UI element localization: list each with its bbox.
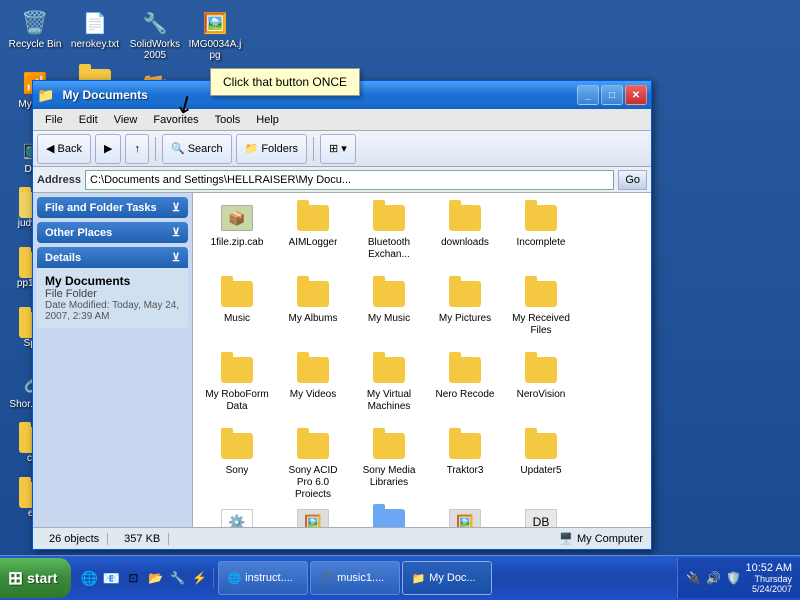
file-folder-tasks-section: File and Folder Tasks ⊻ (37, 197, 188, 218)
details-section: Details ⊻ My Documents File Folder Date … (37, 247, 188, 328)
file-item[interactable]: Incomplete (505, 201, 577, 273)
file-item[interactable]: My Pictures (429, 277, 501, 349)
file-item[interactable]: My Received Files (505, 277, 577, 349)
addressbar: Address Go (33, 167, 651, 193)
file-item[interactable]: My Sharing Folders (353, 505, 425, 527)
quicklaunch-more2[interactable]: 🔧 (167, 568, 187, 588)
taskbar-item-music[interactable]: 🎵 music1.... (310, 561, 400, 595)
file-item[interactable]: My RoboForm Data (201, 353, 273, 425)
file-item[interactable]: NeroVision (505, 353, 577, 425)
status-count: 26 objects (41, 533, 108, 545)
statusbar: 26 objects 357 KB 🖥️ My Computer (33, 527, 651, 549)
menu-file[interactable]: File (37, 112, 71, 128)
my-documents-window: 📁 My Documents _ □ ✕ File Edit View Favo… (32, 80, 652, 550)
file-item[interactable]: 🖼️ Picture023.jpg (429, 505, 501, 527)
status-size: 357 KB (116, 533, 169, 545)
menu-help[interactable]: Help (248, 112, 287, 128)
start-button[interactable]: ⊞ start (0, 558, 71, 598)
window-controls: _ □ ✕ (577, 85, 647, 105)
details-type: File Folder (45, 288, 180, 300)
taskbar-item-mydoc[interactable]: 📁 My Doc... (402, 561, 492, 595)
quicklaunch-email[interactable]: 📧 (101, 568, 121, 588)
tray-icon-volume[interactable]: 🔊 (706, 570, 722, 586)
details-date: Date Modified: Today, May 24, 2007, 2:39… (45, 300, 180, 322)
details-content: My Documents File Folder Date Modified: … (37, 268, 188, 328)
views-button[interactable]: ⊞ ▾ (320, 134, 356, 164)
desktop: 🗑️ Recycle Bin 📄 nerokey.txt 🔧 SolidWork… (0, 0, 800, 555)
up-button[interactable]: ↑ (125, 134, 149, 164)
left-panel: File and Folder Tasks ⊻ Other Places ⊻ D… (33, 193, 193, 527)
desktop-icon-recycle-bin[interactable]: 🗑️ Recycle Bin (5, 5, 65, 52)
menu-edit[interactable]: Edit (71, 112, 106, 128)
toolbar: ◀ Back ▶ ↑ 🔍 Search 📁 Folders ⊞ ▾ (33, 131, 651, 167)
desktop-icon-nerokey[interactable]: 📄 nerokey.txt (65, 5, 125, 52)
folders-button[interactable]: 📁 Folders (236, 134, 307, 164)
desktop-icon-solidworks[interactable]: 🔧 SolidWorks 2005 (125, 5, 185, 63)
address-input[interactable] (85, 170, 614, 190)
file-item[interactable]: My Virtual Machines (353, 353, 425, 425)
desktop-icon-img0034a[interactable]: 🖼️ IMG0034A.jpg (185, 5, 245, 63)
file-item[interactable]: My Albums (277, 277, 349, 349)
file-item[interactable]: 🖼️ DSC00032B... (277, 505, 349, 527)
quicklaunch-more3[interactable]: ⚡ (189, 568, 209, 588)
status-computer: 🖥️ My Computer (559, 532, 643, 545)
file-item[interactable]: 📦 1file.zip.cab (201, 201, 273, 273)
file-item[interactable]: Sony Media Libraries (353, 429, 425, 501)
quicklaunch-icons[interactable]: ⊡ (123, 568, 143, 588)
clock: 10:52 AM Thursday 5/24/2007 (746, 562, 792, 594)
close-button[interactable]: ✕ (625, 85, 647, 105)
file-item[interactable]: My Music (353, 277, 425, 349)
menu-view[interactable]: View (106, 112, 146, 128)
file-item[interactable]: Traktor3 (429, 429, 501, 501)
back-button[interactable]: ◀ Back (37, 134, 91, 164)
forward-button[interactable]: ▶ (95, 134, 121, 164)
taskbar: ⊞ start 🌐 📧 ⊡ 📂 🔧 ⚡ 🌐 instruct.... 🎵 mus… (0, 555, 800, 600)
menubar: File Edit View Favorites Tools Help (33, 109, 651, 131)
file-item[interactable]: Updater5 (505, 429, 577, 501)
file-list: 📦 1file.zip.cab AIMLogger Bluetooth Exch… (193, 193, 651, 527)
file-item[interactable]: AIMLogger (277, 201, 349, 273)
file-item[interactable]: Bluetooth Exchan... (353, 201, 425, 273)
maximize-button[interactable]: □ (601, 85, 623, 105)
file-item[interactable]: Sony ACID Pro 6.0 Projects (277, 429, 349, 501)
other-places-section: Other Places ⊻ (37, 222, 188, 243)
tray-icon-network[interactable]: 🔌 (686, 570, 702, 586)
file-item[interactable]: ⚙️ desktop.ini (201, 505, 273, 527)
tooltip: Click that button ONCE (210, 68, 360, 96)
content-area: File and Folder Tasks ⊻ Other Places ⊻ D… (33, 193, 651, 527)
file-folder-tasks-header[interactable]: File and Folder Tasks ⊻ (37, 197, 188, 218)
system-tray: 🔌 🔊 🛡️ 10:52 AM Thursday 5/24/2007 (677, 558, 800, 598)
file-item[interactable]: DB Thumbs.db (505, 505, 577, 527)
file-item[interactable]: Music (201, 277, 273, 349)
other-places-header[interactable]: Other Places ⊻ (37, 222, 188, 243)
minimize-button[interactable]: _ (577, 85, 599, 105)
status-computer-label: My Computer (577, 533, 643, 545)
menu-tools[interactable]: Tools (207, 112, 249, 128)
details-header[interactable]: Details ⊻ (37, 247, 188, 268)
taskbar-item-instruct[interactable]: 🌐 instruct.... (218, 561, 308, 595)
quicklaunch-more1[interactable]: 📂 (145, 568, 165, 588)
taskbar-items: 🌐 instruct.... 🎵 music1.... 📁 My Doc... (218, 561, 676, 595)
file-item[interactable]: Nero Recode (429, 353, 501, 425)
details-name: My Documents (45, 274, 180, 288)
address-label: Address (37, 174, 81, 186)
file-item[interactable]: downloads (429, 201, 501, 273)
search-button[interactable]: 🔍 Search (162, 134, 232, 164)
window-title-icon: 📁 (37, 87, 54, 104)
go-button[interactable]: Go (618, 170, 647, 190)
quicklaunch-ie[interactable]: 🌐 (79, 568, 99, 588)
file-item[interactable]: Sony (201, 429, 273, 501)
file-item[interactable]: My Videos (277, 353, 349, 425)
tray-icon-security[interactable]: 🛡️ (726, 570, 742, 586)
